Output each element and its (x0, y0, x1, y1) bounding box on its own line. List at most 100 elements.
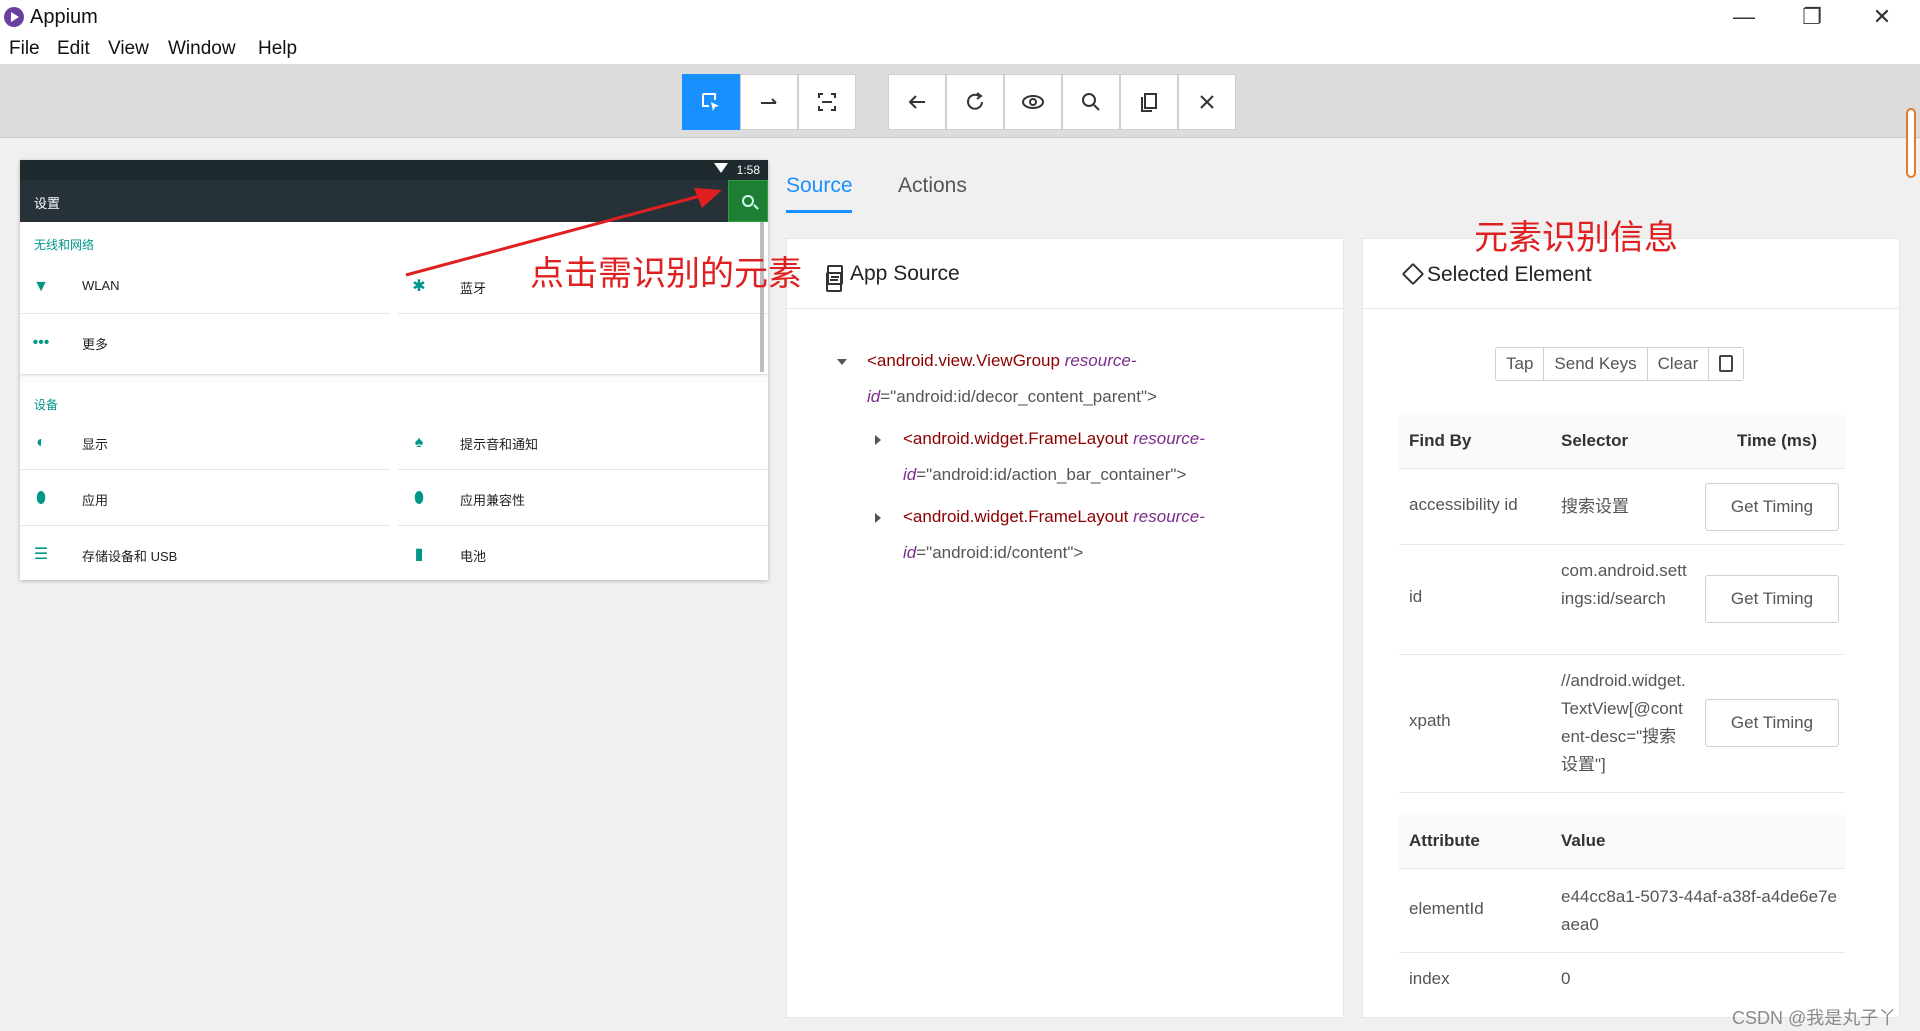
setting-label: 更多 (82, 337, 109, 352)
menu-bar: File Edit View Window Help (0, 36, 1920, 64)
setting-label: 应用 (82, 493, 109, 508)
android-icon: ⬮ (413, 490, 425, 507)
setting-battery[interactable]: ▮ 电池 (398, 528, 768, 580)
get-timing-button[interactable]: Get Timing (1705, 483, 1839, 531)
tree-node-viewgroup[interactable]: <android.view.ViewGroup resource- (867, 351, 1137, 371)
header-time: Time (ms) (1737, 431, 1817, 450)
tab-actions[interactable]: Actions (898, 174, 967, 198)
quit-session-icon[interactable] (1178, 74, 1236, 130)
setting-more[interactable]: ••• 更多 (20, 316, 390, 370)
setting-notifications[interactable]: ♠ 提示音和通知 (398, 416, 768, 470)
setting-label: 存储设备和 USB (82, 549, 178, 564)
device-card: 设备 ◐ 显示 ♠ 提示音和通知 ⬮ 应用 ⬮ 应用兼容性 ☰ 存储设备和 US… (20, 382, 768, 580)
brightness-icon: ◐ (36, 434, 46, 451)
tree-node-action-bar-id[interactable]: id="android:id/action_bar_container"> (903, 465, 1186, 485)
back-icon[interactable] (888, 74, 946, 130)
selector-value: com.android.settings:id/search (1561, 561, 1687, 608)
selector-value: 搜索设置 (1561, 497, 1629, 516)
device-search-button[interactable] (728, 180, 768, 222)
menu-view[interactable]: View (108, 38, 149, 60)
bell-icon: ♠ (414, 434, 424, 451)
close-icon[interactable]: ✕ (1852, 2, 1912, 32)
device-clock: 1:58 (736, 163, 760, 177)
setting-app-compat[interactable]: ⬮ 应用兼容性 (398, 472, 768, 526)
tree-node-content-id[interactable]: id="android:id/content"> (903, 543, 1083, 563)
app-source-panel: <android.view.ViewGroup resource- id="an… (786, 238, 1344, 1018)
app-source-doc-icon (826, 272, 842, 292)
attribute-name: elementId (1409, 899, 1484, 918)
annotation-info-hint: 元素识别信息 (1474, 219, 1678, 257)
search-icon[interactable] (1062, 74, 1120, 130)
setting-storage[interactable]: ☰ 存储设备和 USB (20, 528, 390, 580)
window-title: Appium (30, 6, 98, 28)
collapse-caret-icon[interactable] (837, 359, 847, 365)
tree-node-viewgroup-id[interactable]: id="android:id/decor_content_parent"> (867, 387, 1157, 407)
window-scrollbar[interactable] (1906, 108, 1916, 178)
app-source-title: App Source (850, 262, 960, 285)
attribute-value: e44cc8a1-5073-44af-a38f-a4de6e7eaea0 (1561, 887, 1838, 934)
expand-caret-icon[interactable] (875, 435, 881, 445)
appium-logo-icon (4, 7, 24, 27)
find-by-value: accessibility id (1409, 495, 1518, 514)
tap-button[interactable]: Tap (1496, 348, 1545, 380)
attribute-table: Attribute Value elementId e44cc8a1-5073-… (1399, 815, 1845, 1015)
show-eye-icon[interactable] (1004, 74, 1062, 130)
bluetooth-icon: ✱ (412, 278, 426, 295)
header-attribute: Attribute (1409, 831, 1480, 850)
attribute-table-header: Attribute Value (1399, 815, 1845, 869)
device-scroll-indicator (760, 222, 764, 372)
minimize-icon[interactable]: — (1714, 2, 1774, 32)
table-row: accessibility id 搜索设置 Get Timing (1399, 469, 1845, 545)
get-timing-button[interactable]: Get Timing (1705, 699, 1839, 747)
clear-button[interactable]: Clear (1647, 348, 1710, 380)
wireless-card: 无线和网络 ▼ WLAN ✱ 蓝牙 ••• 更多 (20, 222, 768, 374)
find-by-value: id (1409, 587, 1423, 606)
selector-value: //android.widget.TextView[@content-desc=… (1561, 671, 1686, 774)
menu-file[interactable]: File (9, 38, 40, 60)
setting-display[interactable]: ◐ 显示 (20, 416, 390, 470)
menu-help[interactable]: Help (258, 38, 297, 60)
device-action-bar: 设置 (20, 180, 768, 222)
watermark: CSDN @我是丸子丫 (1732, 1008, 1897, 1028)
tag-icon (1401, 262, 1425, 286)
setting-wlan[interactable]: ▼ WLAN (20, 260, 390, 314)
swipe-icon[interactable] (740, 74, 798, 130)
get-timing-button[interactable]: Get Timing (1705, 575, 1839, 623)
wifi-icon: ▼ (33, 278, 49, 295)
attribute-name: index (1409, 969, 1450, 988)
element-action-buttons: Tap Send Keys Clear (1495, 347, 1745, 381)
setting-label: 显示 (82, 437, 109, 452)
table-row: elementId e44cc8a1-5073-44af-a38f-a4de6e… (1399, 869, 1845, 953)
inspector-toolbar (0, 64, 1920, 138)
attribute-value: 0 (1561, 969, 1571, 988)
find-by-table-header: Find By Selector Time (ms) (1399, 415, 1845, 469)
table-row: xpath //android.widget.TextView[@content… (1399, 655, 1845, 793)
setting-apps[interactable]: ⬮ 应用 (20, 472, 390, 526)
expand-caret-icon[interactable] (875, 513, 881, 523)
device-screenshot[interactable]: 1:58 设置 无线和网络 ▼ WLAN ✱ 蓝牙 ••• 更多 设备 ◐ 显示… (20, 160, 768, 580)
section-title-device: 设备 (34, 398, 59, 412)
copy-attributes-button[interactable] (1709, 348, 1744, 380)
inspector-main: 1:58 设置 无线和网络 ▼ WLAN ✱ 蓝牙 ••• 更多 设备 ◐ 显示… (0, 138, 1920, 1031)
setting-label: 蓝牙 (460, 281, 487, 296)
section-title-wireless: 无线和网络 (34, 238, 95, 252)
selected-element-panel: Selected Element Tap Send Keys Clear Fin… (1362, 238, 1900, 1018)
tree-node-content[interactable]: <android.widget.FrameLayout resource- (903, 507, 1205, 527)
refresh-icon[interactable] (946, 74, 1004, 130)
send-keys-button[interactable]: Send Keys (1544, 348, 1648, 380)
device-status-bar: 1:58 (20, 160, 768, 180)
setting-label: 提示音和通知 (460, 437, 539, 452)
title-bar: Appium — ❐ ✕ (0, 0, 1920, 34)
menu-edit[interactable]: Edit (57, 38, 90, 60)
storage-icon: ☰ (33, 546, 49, 563)
tab-source[interactable]: Source (786, 174, 853, 198)
menu-window[interactable]: Window (168, 38, 236, 60)
select-element-icon[interactable] (682, 74, 740, 130)
setting-label: 应用兼容性 (460, 493, 526, 508)
tap-coordinates-icon[interactable] (798, 74, 856, 130)
setting-label: 电池 (460, 549, 487, 564)
wifi-icon (714, 163, 728, 173)
maximize-icon[interactable]: ❐ (1782, 2, 1842, 32)
copy-xml-icon[interactable] (1120, 74, 1178, 130)
tree-node-action-bar[interactable]: <android.widget.FrameLayout resource- (903, 429, 1205, 449)
